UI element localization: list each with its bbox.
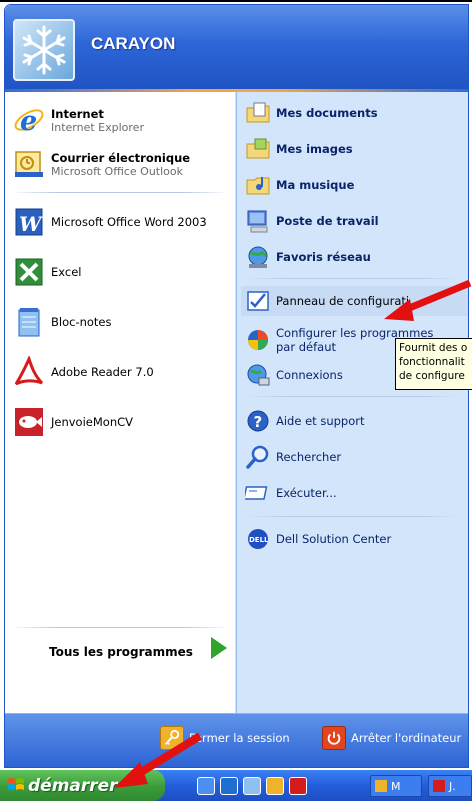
taskbar-window-2-icon (433, 780, 445, 792)
notepad-icon (13, 306, 45, 338)
run-label: Exécuter... (276, 486, 337, 500)
place-my-documents-label: Mes documents (276, 106, 378, 120)
place-my-documents[interactable]: Mes documents (245, 98, 378, 128)
pinned-email-title: Courrier électronique (51, 150, 191, 165)
default-programs-icon (245, 327, 271, 353)
recent-word-label: Microsoft Office Word 2003 (51, 215, 207, 229)
start-button-label: démarrer (28, 775, 118, 796)
pinned-separator (11, 192, 229, 193)
recent-jenvoiemoncv[interactable]: JenvoieMonCV (13, 402, 133, 442)
word-icon: W (13, 206, 45, 238)
place-network[interactable]: Favoris réseau (245, 242, 371, 272)
tooltip-line-1: Fournit des o (399, 342, 468, 354)
svg-text:DELL: DELL (249, 536, 269, 544)
taskbar-window-1[interactable]: M (370, 775, 422, 797)
pinned-internet-title: Internet (51, 106, 104, 121)
shutdown-label: Arrêter l'ordinateur (351, 731, 462, 745)
search[interactable]: Rechercher (245, 442, 341, 472)
place-my-pictures-label: Mes images (276, 142, 353, 156)
place-my-computer-label: Poste de travail (276, 214, 379, 228)
excel-icon (13, 256, 45, 288)
search-label: Rechercher (276, 450, 342, 464)
documents-folder-icon (245, 100, 271, 126)
recent-excel[interactable]: Excel (13, 252, 81, 292)
tooltip-line-3: de configure (399, 370, 465, 382)
recent-jenvoiemoncv-label: JenvoieMonCV (51, 415, 134, 429)
pinned-internet-subtitle: Internet Explorer (51, 120, 144, 134)
pictures-folder-icon (245, 136, 271, 162)
programs-column: e Internet Internet Explorer Courrier él… (5, 92, 235, 713)
all-programs-label[interactable]: Tous les programmes (49, 645, 193, 659)
jenvoiemoncv-fish-icon (13, 406, 45, 438)
quicklaunch-skype-icon[interactable] (289, 777, 307, 795)
red-arrow-control-panel-icon (384, 279, 472, 321)
pinned-email[interactable]: Courrier électronique Microsoft Office O… (13, 144, 190, 184)
recent-notepad[interactable]: Bloc-notes (13, 302, 112, 342)
red-arrow-start-button-icon (114, 732, 203, 788)
run[interactable]: Exécuter... (243, 478, 337, 508)
place-my-music-label: Ma musique (276, 178, 355, 192)
top-border (0, 0, 472, 2)
place-my-computer[interactable]: Poste de travail (245, 206, 379, 236)
svg-text:?: ? (254, 413, 263, 431)
computer-icon (245, 208, 271, 234)
run-icon (243, 480, 271, 506)
control-panel-tooltip: Fournit des o fonctionnalit de configure (395, 338, 472, 390)
control-panel-icon (245, 288, 271, 314)
windows-flag-icon (8, 778, 24, 790)
connections[interactable]: Connexions (245, 360, 343, 390)
network-globe-icon (245, 244, 271, 270)
music-folder-icon (245, 172, 271, 198)
place-my-music[interactable]: Ma musique (245, 170, 354, 200)
pinned-internet[interactable]: e Internet Internet Explorer (13, 100, 144, 140)
recent-notepad-label: Bloc-notes (51, 315, 112, 329)
power-icon (322, 726, 346, 750)
place-network-label: Favoris réseau (276, 250, 371, 264)
dell-logo-icon: DELL (245, 526, 271, 552)
svg-text:e: e (20, 106, 37, 136)
places-column: Mes documents Mes images Ma musique Post… (236, 92, 468, 713)
outlook-icon (13, 148, 45, 180)
connections-icon (245, 362, 271, 388)
help-icon: ? (245, 408, 271, 434)
all-programs-separator (11, 627, 229, 628)
user-avatar-snowflake-icon[interactable] (13, 19, 75, 81)
connections-label: Connexions (276, 368, 343, 382)
place-my-pictures[interactable]: Mes images (245, 134, 353, 164)
tools-separator (245, 516, 461, 517)
recent-adobe-reader-label: Adobe Reader 7.0 (51, 365, 154, 379)
user-name: CARAYON (91, 34, 176, 53)
recent-excel-label: Excel (51, 265, 82, 279)
recent-adobe-reader[interactable]: Adobe Reader 7.0 (13, 352, 154, 392)
quicklaunch-browser-icon[interactable] (220, 777, 238, 795)
taskbar-window-2[interactable]: J. (428, 775, 472, 797)
taskbar-window-1-icon (375, 780, 387, 792)
tooltip-line-2: fonctionnalit (399, 356, 465, 368)
taskbar-window-2-label: J. (449, 779, 456, 793)
start-menu-header: CARAYON (5, 5, 468, 89)
adobe-reader-icon (13, 354, 45, 388)
taskbar-window-1-label: M (391, 779, 401, 793)
recent-word[interactable]: W Microsoft Office Word 2003 (13, 202, 207, 242)
internet-explorer-icon: e (13, 104, 45, 137)
svg-text:W: W (19, 212, 44, 236)
search-magnifier-icon (245, 444, 271, 470)
pinned-email-subtitle: Microsoft Office Outlook (51, 164, 183, 178)
help-and-support[interactable]: ? Aide et support (245, 406, 365, 436)
dell-solution-center[interactable]: DELL Dell Solution Center (245, 524, 391, 554)
dell-solution-center-label: Dell Solution Center (276, 532, 392, 546)
all-programs-arrow-icon[interactable] (211, 637, 227, 659)
help-and-support-label: Aide et support (276, 414, 365, 428)
quicklaunch-desktop-icon[interactable] (243, 777, 261, 795)
shutdown-button[interactable]: Arrêter l'ordinateur (322, 726, 461, 750)
quicklaunch-outlook-icon[interactable] (266, 777, 284, 795)
system-separator (245, 396, 461, 397)
